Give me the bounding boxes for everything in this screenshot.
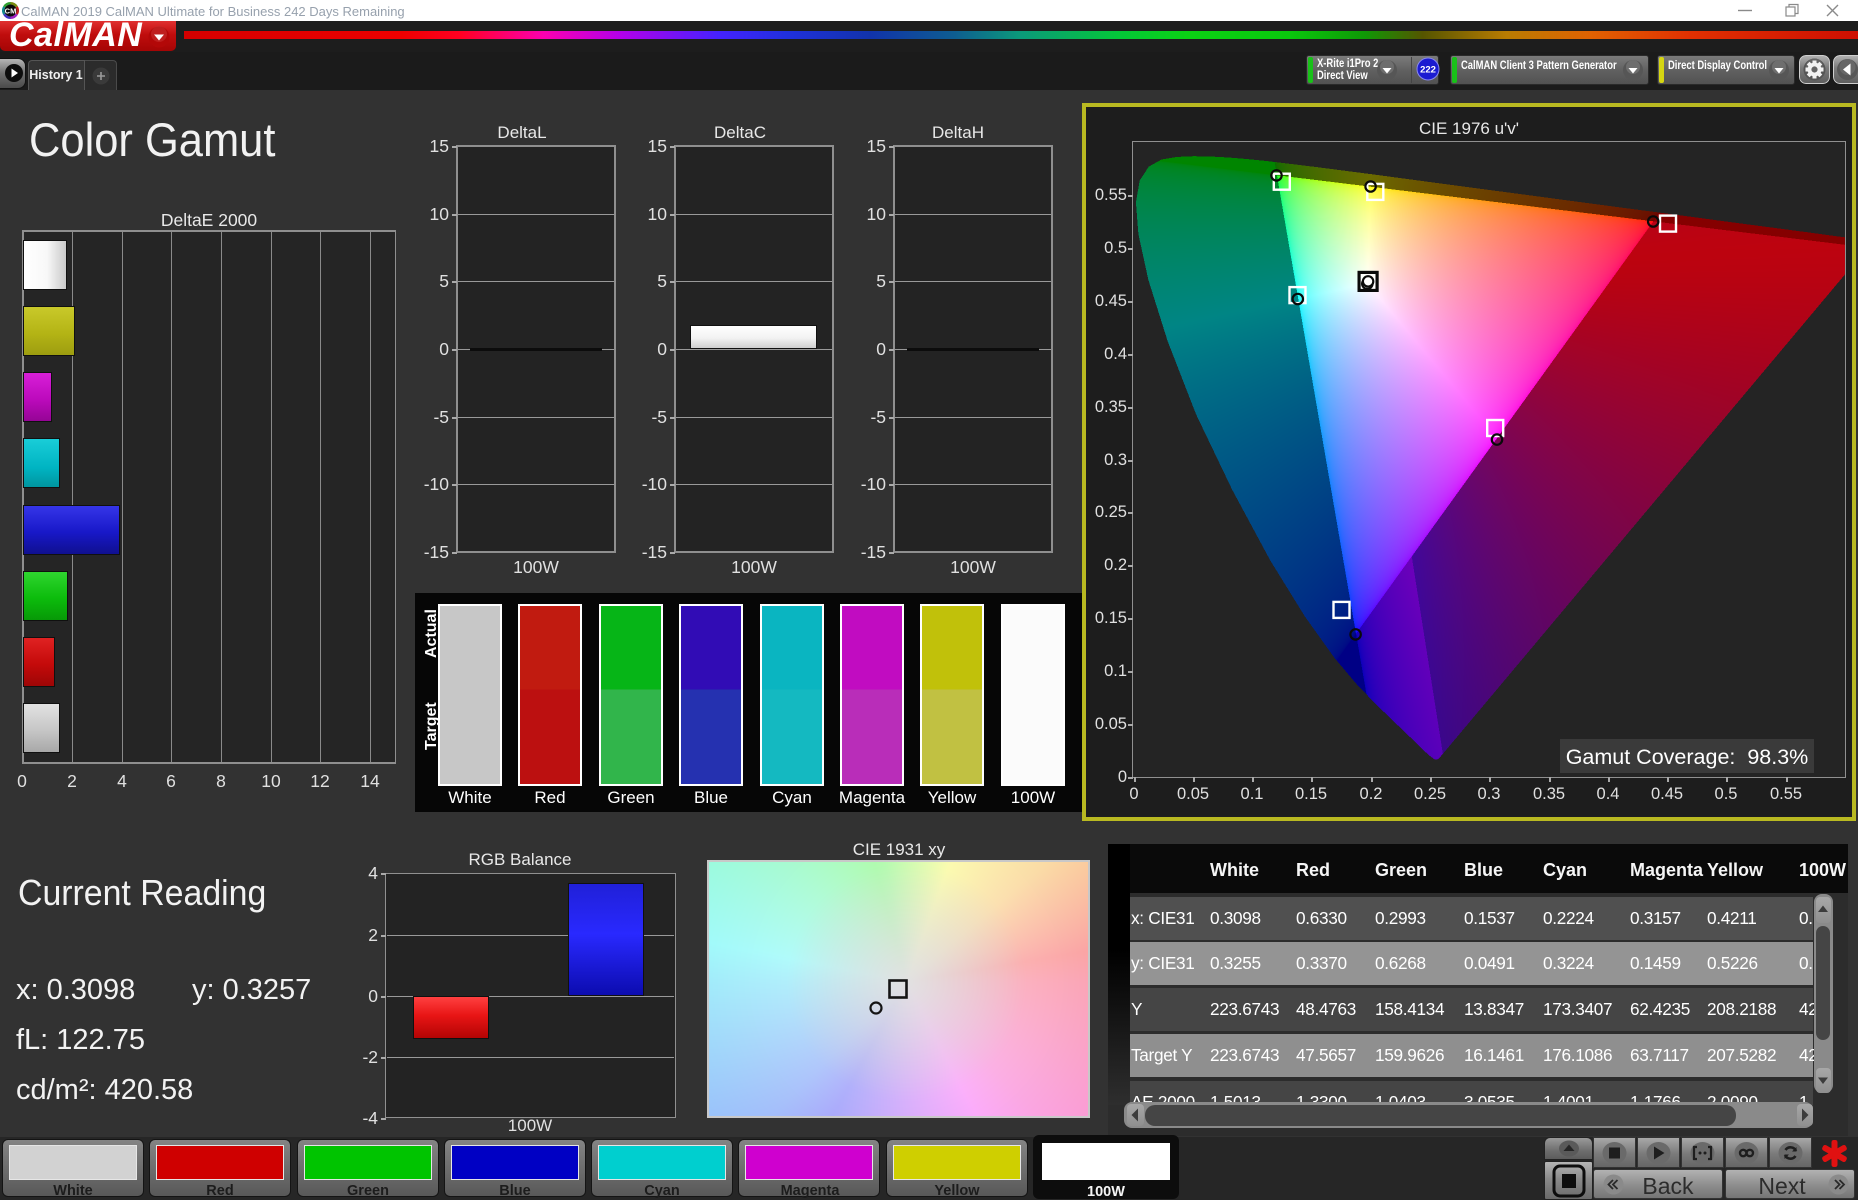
svg-text:CM: CM [5,6,17,15]
svg-text:222: 222 [1420,65,1436,76]
